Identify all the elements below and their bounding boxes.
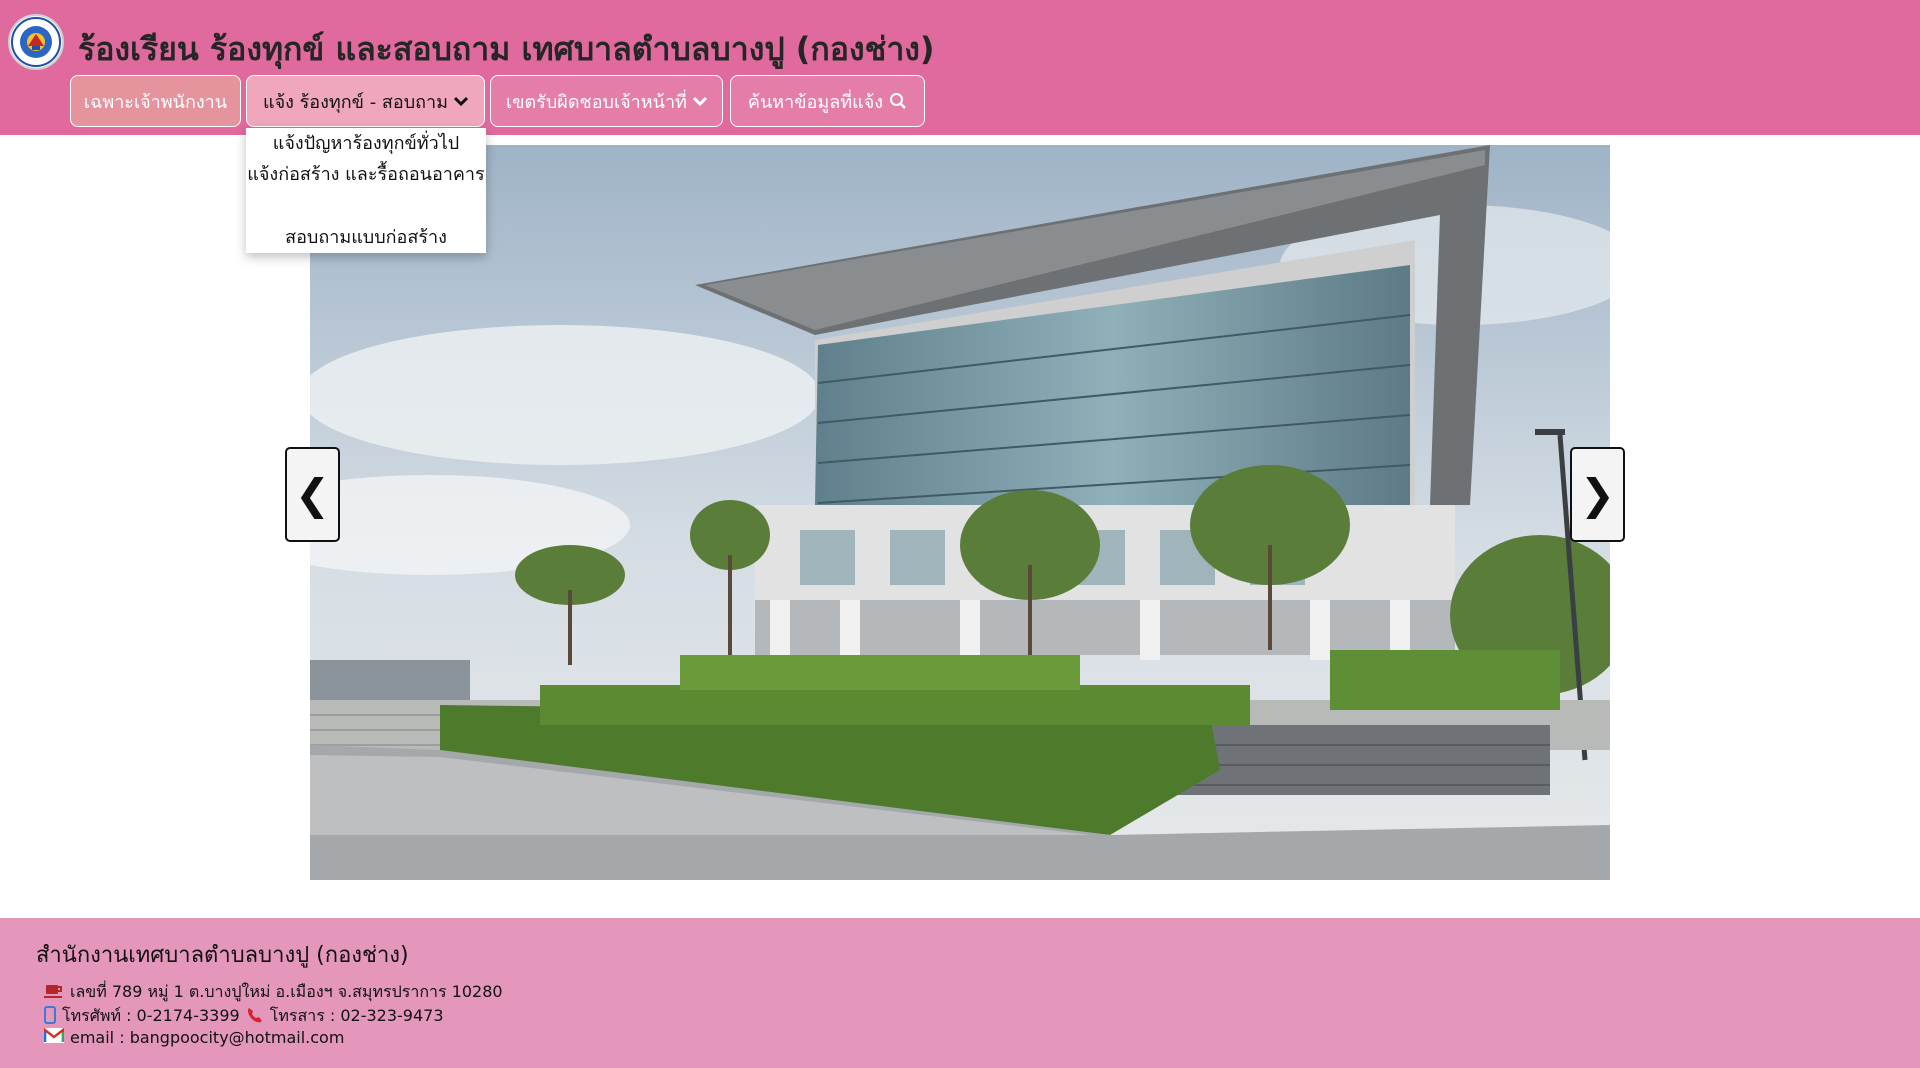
menu-item-construction-plan-inquiry[interactable]: สอบถามแบบก่อสร้าง [246, 224, 486, 252]
chevron-down-icon [454, 96, 469, 106]
footer-address-text: เลขที่ 789 หมู่ 1 ต.บางปูใหม่ อ.เมืองฯ จ… [70, 982, 503, 1001]
gmail-icon [43, 1027, 65, 1047]
site-footer: สำนักงานเทศบาลตำบลบางปู (กองช่าง) เลขที่… [0, 918, 1920, 1068]
slideshow-image-municipal-building [310, 145, 1610, 880]
site-header: ร้องเรียน ร้องทุกข์ และสอบถาม เทศบาลตำบล… [0, 0, 1920, 135]
phone-handset-icon [246, 1006, 264, 1028]
staff-zone-menu-button[interactable]: เขตรับผิดชอบเจ้าหน้าที่ [490, 75, 723, 127]
footer-address: เลขที่ 789 หมู่ 1 ต.บางปูใหม่ อ.เมืองฯ จ… [44, 980, 503, 1005]
footer-fax-text: โทรสาร : 02-323-9473 [269, 1006, 444, 1025]
menu-item-construction-demolition[interactable]: แจ้งก่อสร้าง และรื้อถอนอาคาร [246, 161, 486, 189]
search-reports-label: ค้นหาข้อมูลที่แจ้ง [747, 91, 884, 113]
footer-title: สำนักงานเทศบาลตำบลบางปู (กองช่าง) [36, 943, 409, 968]
footer-phone-text: โทรศัพท์ : 0-2174-3399 [62, 1006, 240, 1025]
report-dropdown-menu: แจ้งปัญหาร้องทุกข์ทั่วไป แจ้งก่อสร้าง แล… [246, 128, 486, 253]
staff-only-label: เฉพาะเจ้าพนักงาน [83, 91, 228, 113]
footer-email-text[interactable]: email : bangpoocity@hotmail.com [70, 1028, 344, 1047]
report-complaint-label: แจ้ง ร้องทุกข์ - สอบถาม [262, 91, 449, 113]
next-slide-button[interactable]: ❯ [1570, 447, 1625, 542]
search-icon [889, 92, 907, 110]
search-reports-button[interactable]: ค้นหาข้อมูลที่แจ้ง [730, 75, 925, 127]
footer-email: email : bangpoocity@hotmail.com [43, 1027, 344, 1047]
staff-zone-label: เขตรับผิดชอบเจ้าหน้าที่ [506, 91, 687, 113]
menu-item-general-complaint[interactable]: แจ้งปัญหาร้องทุกข์ทั่วไป [246, 130, 486, 158]
footer-contact-phone: โทรศัพท์ : 0-2174-3399 โทรสาร : 02-323-9… [44, 1004, 444, 1029]
prev-slide-button[interactable]: ❮ [285, 447, 340, 542]
municipality-seal-icon[interactable] [8, 14, 64, 70]
report-complaint-menu-button[interactable]: แจ้ง ร้องทุกข์ - สอบถาม [246, 75, 485, 127]
mobile-phone-icon [44, 1005, 56, 1028]
page-title: ร้องเรียน ร้องทุกข์ และสอบถาม เทศบาลตำบล… [78, 30, 935, 68]
coffee-cup-icon [44, 983, 64, 1003]
chevron-down-icon [692, 96, 707, 106]
staff-only-button[interactable]: เฉพาะเจ้าพนักงาน [70, 75, 241, 127]
